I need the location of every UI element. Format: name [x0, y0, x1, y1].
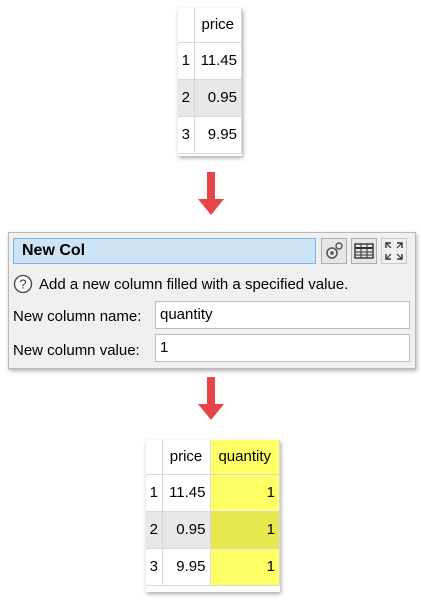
table-row: 2 0.95: [178, 79, 242, 117]
column-name-label: New column name:: [13, 308, 142, 325]
table-header-row: price quantity: [146, 440, 280, 475]
row-index: 3: [178, 116, 195, 154]
index-header: [146, 440, 163, 475]
output-table: price quantity 1 11.45 1 2 0.95 1 3 9.95…: [146, 440, 280, 586]
column-header-quantity[interactable]: quantity: [210, 440, 280, 475]
price-cell[interactable]: 0.95: [162, 511, 211, 549]
table-header-row: price: [178, 8, 242, 43]
table-row: 3 9.95: [178, 116, 242, 154]
row-index: 1: [146, 474, 163, 512]
maximize-button[interactable]: [381, 238, 407, 264]
table-row: 1 11.45 1: [146, 474, 280, 512]
column-value-field[interactable]: 1: [155, 334, 410, 362]
quantity-cell[interactable]: 1: [210, 548, 280, 586]
gear-icon: [326, 242, 343, 259]
column-header-price[interactable]: price: [162, 440, 211, 475]
quantity-cell[interactable]: 1: [210, 474, 280, 512]
row-index: 2: [146, 511, 163, 549]
table-row: 3 9.95 1: [146, 548, 280, 586]
table-icon: [354, 243, 374, 259]
column-value-label: New column value:: [13, 342, 140, 359]
price-cell[interactable]: 9.95: [194, 116, 242, 154]
svg-text:?: ?: [19, 277, 26, 292]
column-header-price[interactable]: price: [194, 8, 242, 43]
index-header: [178, 8, 195, 43]
dialog-description: Add a new column filled with a specified…: [39, 276, 349, 293]
price-cell[interactable]: 11.45: [194, 42, 242, 80]
price-cell[interactable]: 9.95: [162, 548, 211, 586]
table-row: 1 11.45: [178, 42, 242, 80]
price-cell[interactable]: 0.95: [194, 79, 242, 117]
price-cell[interactable]: 11.45: [162, 474, 211, 512]
quantity-cell[interactable]: 1: [210, 511, 280, 549]
table-row: 2 0.95 1: [146, 511, 280, 549]
column-name-field[interactable]: quantity: [155, 301, 410, 329]
maximize-icon: [385, 242, 403, 260]
row-index: 2: [178, 79, 195, 117]
output-table-snippet: price quantity 1 11.45 1 2 0.95 1 3 9.95…: [146, 440, 280, 592]
table-view-button[interactable]: [351, 238, 377, 264]
input-table: price 1 11.45 2 0.95 3 9.95: [178, 8, 242, 154]
row-index: 3: [146, 548, 163, 586]
gear-button[interactable]: [321, 238, 347, 264]
row-index: 1: [178, 42, 195, 80]
dialog-title[interactable]: New Col: [13, 238, 316, 264]
question-circle-icon: ?: [13, 274, 33, 294]
new-col-dialog: New Col ? Add a new column filled with a…: [8, 232, 416, 369]
input-table-snippet: price 1 11.45 2 0.95 3 9.95: [178, 8, 242, 156]
